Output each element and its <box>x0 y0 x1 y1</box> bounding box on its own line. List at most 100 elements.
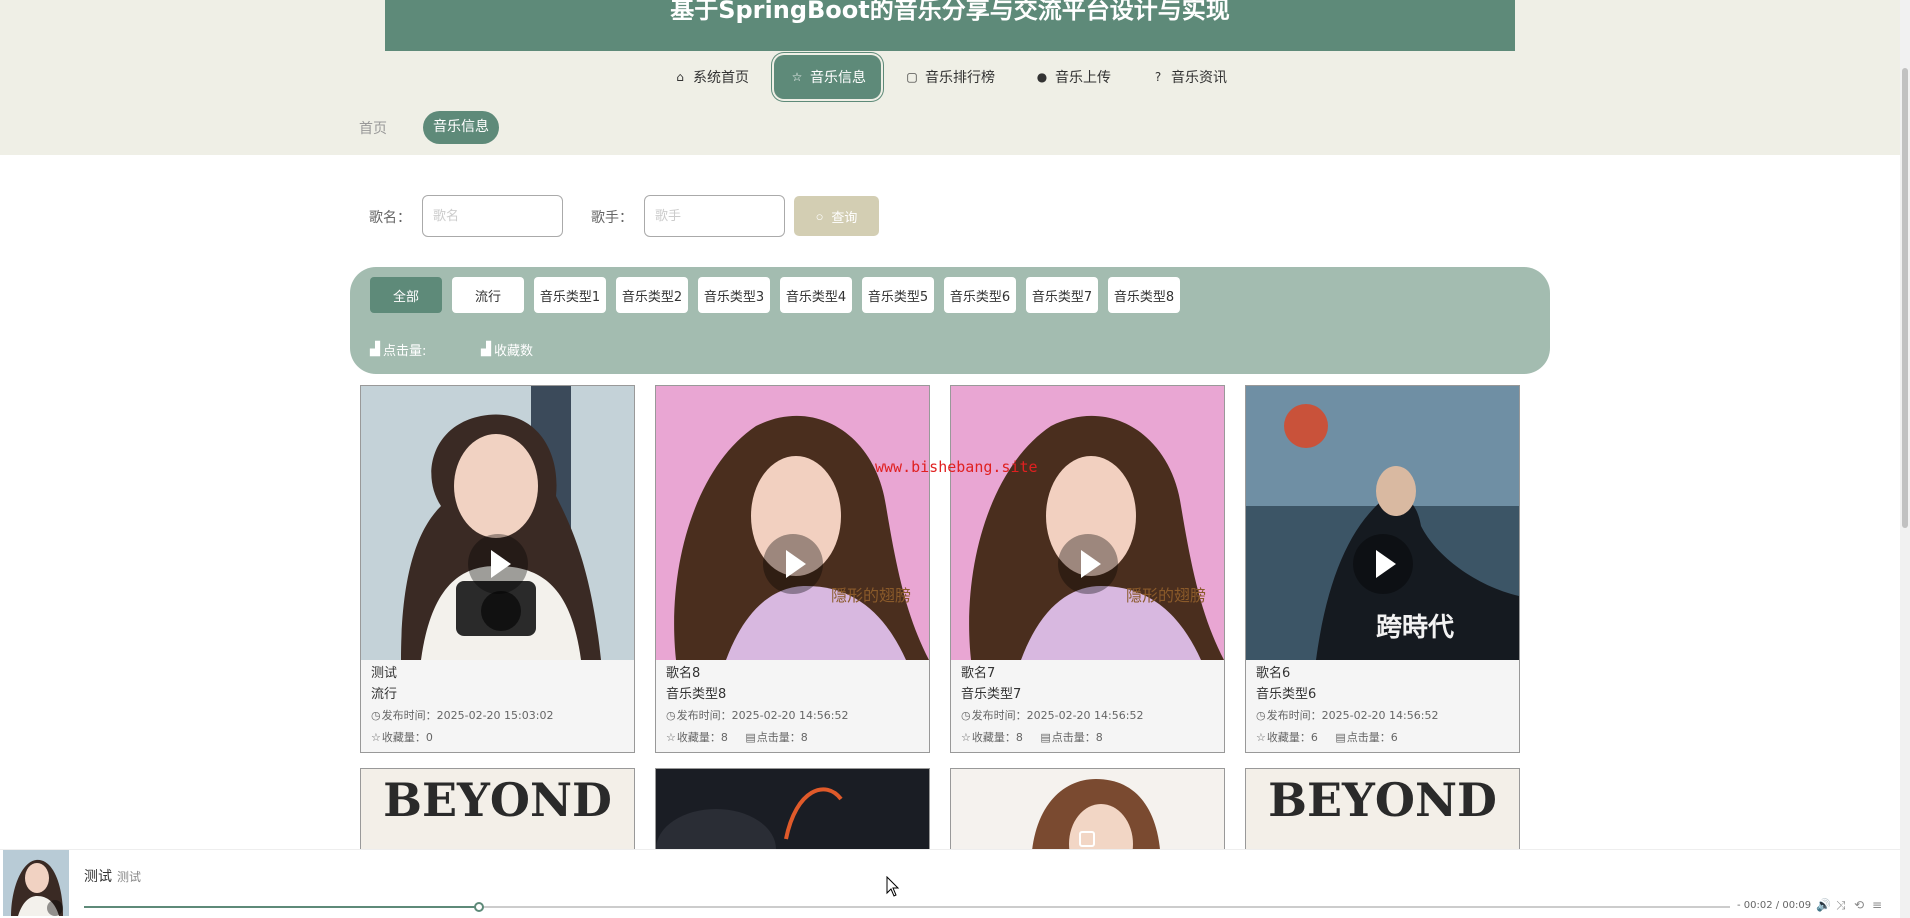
category-chip[interactable]: 音乐类型1 <box>534 277 606 313</box>
clock-icon: ◷ <box>371 709 381 722</box>
music-card[interactable]: 隱形的翅膀 歌名8 音乐类型8 ◷发布时间：2025-02-20 14:56:5… <box>655 385 930 753</box>
category-chip[interactable]: 音乐类型3 <box>698 277 770 313</box>
click-count: 8 <box>800 731 808 744</box>
publish-time: ◷发布时间：2025-02-20 14:56:52 <box>666 709 849 722</box>
player-cover-image <box>3 850 69 916</box>
cover-image: 隱形的翅膀 <box>951 386 1224 660</box>
main-nav: ⌂ 系统首页 ☆ 音乐信息 ▢ 音乐排行榜 ● 音乐上传 ? 音乐资讯 <box>0 54 1900 100</box>
singer-input[interactable] <box>644 195 785 237</box>
document-icon: ▤ <box>1040 731 1051 744</box>
favorite-count: 0 <box>425 731 433 744</box>
click-count: 8 <box>1095 731 1103 744</box>
info-icon: ● <box>1036 70 1048 84</box>
document-icon: ▤ <box>745 731 756 744</box>
category-chip[interactable]: 音乐类型4 <box>780 277 852 313</box>
category-chip[interactable]: 全部 <box>370 277 442 313</box>
cover-image <box>361 386 634 660</box>
player-progress-handle[interactable] <box>474 902 485 912</box>
svg-text:隱形的翅膀: 隱形的翅膀 <box>1126 586 1206 605</box>
song-name-input[interactable] <box>422 195 563 237</box>
nav-item-music-news[interactable]: ? 音乐资讯 <box>1150 54 1227 100</box>
nav-item-music-info[interactable]: ☆ 音乐信息 <box>774 55 881 99</box>
card-stats: ☆收藏量：0 <box>371 731 433 744</box>
category-chip[interactable]: 音乐类型6 <box>944 277 1016 313</box>
player-cover[interactable] <box>3 850 69 916</box>
click-count: 6 <box>1390 731 1398 744</box>
star-icon: ☆ <box>666 731 676 744</box>
category-chip[interactable]: 流行 <box>452 277 524 313</box>
player-progress-bar[interactable] <box>84 902 1730 912</box>
home-icon: ⌂ <box>676 70 684 84</box>
music-player-bar: 测试 测试 - 00:02 / 00:09 🔊 ⤨ ⟲ ≡ <box>0 849 1900 918</box>
breadcrumb-current: 音乐信息 <box>423 111 499 144</box>
music-card-info: 测试 流行 ◷发布时间：2025-02-20 15:03:02 ☆收藏量：0 <box>361 660 634 752</box>
cover-text: BEYOND <box>1268 773 1497 827</box>
music-name: 测试 <box>371 666 398 681</box>
music-name: 歌名6 <box>1256 666 1291 681</box>
search-button[interactable]: ○ 查询 <box>794 196 879 236</box>
nav-item-music-chart[interactable]: ▢ 音乐排行榜 <box>904 54 995 100</box>
music-cover[interactable]: 隱形的翅膀 <box>951 386 1224 660</box>
top-area: 基于SpringBoot的音乐分享与交流平台设计与实现 ⌂ 系统首页 ☆ 音乐信… <box>0 0 1900 155</box>
page: 基于SpringBoot的音乐分享与交流平台设计与实现 ⌂ 系统首页 ☆ 音乐信… <box>0 0 1910 918</box>
play-icon[interactable] <box>1352 534 1413 595</box>
svg-text:隱形的翅膀: 隱形的翅膀 <box>831 586 911 605</box>
category-chip[interactable]: 音乐类型5 <box>862 277 934 313</box>
bag-icon: ▢ <box>906 70 918 84</box>
question-icon: ? <box>1154 70 1162 84</box>
search-button-label: 查询 <box>831 209 858 225</box>
nav-item-label: 音乐排行榜 <box>925 70 995 86</box>
music-cover[interactable] <box>361 386 634 660</box>
music-card[interactable]: 测试 流行 ◷发布时间：2025-02-20 15:03:02 ☆收藏量：0 <box>360 385 635 753</box>
publish-time: ◷发布时间：2025-02-20 15:03:02 <box>371 709 554 722</box>
card-stats: ☆收藏量：6 ▤点击量：6 <box>1256 731 1398 744</box>
music-card[interactable]: 隱形的翅膀 歌名7 音乐类型7 ◷发布时间：2025-02-20 14:56:5… <box>950 385 1225 753</box>
shuffle-icon[interactable]: ⤨ <box>1836 898 1846 913</box>
nav-item-home[interactable]: ⌂ 系统首页 <box>672 54 749 100</box>
favorite-count: 8 <box>1015 731 1023 744</box>
category-chip[interactable]: 音乐类型2 <box>616 277 688 313</box>
chart-icon: ▟ <box>370 342 380 357</box>
cover-image: 隱形的翅膀 <box>656 386 929 660</box>
cover-text: BEYOND <box>383 773 612 827</box>
play-icon[interactable] <box>467 534 528 595</box>
scrollbar-thumb[interactable] <box>1902 68 1908 528</box>
publish-time: ◷发布时间：2025-02-20 14:56:52 <box>961 709 1144 722</box>
volume-icon[interactable]: 🔊 <box>1816 898 1831 912</box>
music-card[interactable]: 跨時代 歌名6 音乐类型6 ◷发布时间：2025-02-20 14:56:52 … <box>1245 385 1520 753</box>
music-name: 歌名8 <box>666 666 701 681</box>
sort-by-clicks[interactable]: ▟ 点击量: <box>370 340 426 359</box>
player-progress-fill <box>84 906 480 908</box>
card-stats: ☆收藏量：8 ▤点击量：8 <box>666 731 808 744</box>
document-icon: ▤ <box>1335 731 1346 744</box>
sort-label: 点击量: <box>383 344 427 359</box>
repeat-icon[interactable]: ⟲ <box>1854 898 1864 912</box>
player-title: 测试 <box>84 869 112 885</box>
clock-icon: ◷ <box>1256 709 1266 722</box>
card-stats: ☆收藏量：8 ▤点击量：8 <box>961 731 1103 744</box>
nav-item-music-upload[interactable]: ● 音乐上传 <box>1034 54 1111 100</box>
singer-label: 歌手： <box>591 210 633 226</box>
music-name: 歌名7 <box>961 666 996 681</box>
play-icon[interactable] <box>1057 534 1118 595</box>
favorite-count: 6 <box>1310 731 1318 744</box>
sort-label: 收藏数 <box>494 344 534 359</box>
clock-icon: ◷ <box>666 709 676 722</box>
music-cover[interactable]: 隱形的翅膀 <box>656 386 929 660</box>
breadcrumb-home[interactable]: 首页 <box>359 118 387 138</box>
player-artist: 测试 <box>117 870 142 884</box>
category-chip[interactable]: 音乐类型7 <box>1026 277 1098 313</box>
search-icon: ○ <box>815 208 824 224</box>
site-title: 基于SpringBoot的音乐分享与交流平台设计与实现 <box>670 0 1230 24</box>
music-type: 流行 <box>371 687 398 702</box>
search-bar: 歌名： 歌手： ○ 查询 <box>0 195 1900 237</box>
player-track: 测试 测试 <box>84 866 141 886</box>
page-scrollbar[interactable] <box>1900 0 1910 918</box>
play-icon[interactable] <box>762 534 823 595</box>
sort-by-favorites[interactable]: ▟ 收藏数 <box>481 340 533 359</box>
music-cover[interactable]: 跨時代 <box>1246 386 1519 660</box>
category-chip[interactable]: 音乐类型8 <box>1108 277 1180 313</box>
music-card-info: 歌名8 音乐类型8 ◷发布时间：2025-02-20 14:56:52 ☆收藏量… <box>656 660 929 752</box>
playlist-icon[interactable]: ≡ <box>1872 898 1882 912</box>
music-type: 音乐类型7 <box>961 687 1022 702</box>
